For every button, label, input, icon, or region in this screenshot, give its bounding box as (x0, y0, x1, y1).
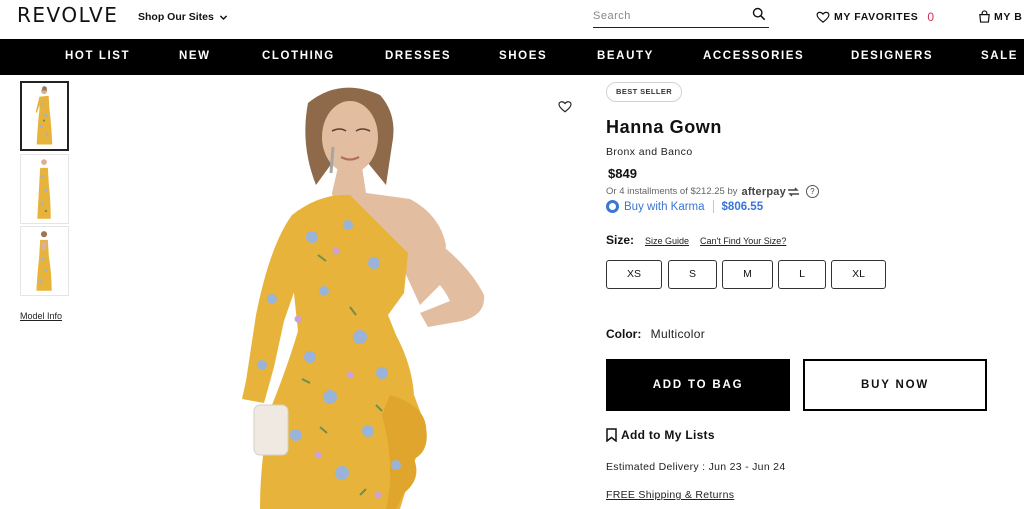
karma-divider (712, 200, 714, 213)
size-guide-link[interactable]: Size Guide (645, 236, 689, 246)
product-thumbnail-2[interactable] (20, 154, 69, 224)
revolve-logo[interactable]: REVOLVE (17, 3, 118, 27)
my-bag-link[interactable]: MY B (978, 10, 1022, 23)
nav-shoes[interactable]: SHOES (499, 50, 547, 62)
nav-beauty[interactable]: BEAUTY (597, 50, 654, 62)
size-option-l[interactable]: L (778, 260, 826, 289)
brand-name-link[interactable]: Bronx and Banco (606, 146, 693, 158)
size-option-xs[interactable]: XS (606, 260, 662, 289)
buy-now-button[interactable]: BUY NOW (803, 359, 987, 411)
size-option-xl[interactable]: XL (831, 260, 886, 289)
afterpay-arrows-icon (787, 187, 799, 196)
main-product-image[interactable] (200, 75, 580, 509)
estimated-delivery: Estimated Delivery : Jun 23 - Jun 24 (606, 461, 786, 473)
bookmark-icon (606, 428, 617, 442)
size-option-m[interactable]: M (722, 260, 773, 289)
shop-our-sites-dropdown[interactable]: Shop Our Sites (138, 11, 228, 23)
dress-back-image (21, 227, 68, 295)
karma-price: $806.55 (721, 200, 764, 213)
nav-designers[interactable]: DESIGNERS (851, 50, 933, 62)
dress-side-image (21, 155, 68, 223)
search-icon[interactable] (752, 7, 766, 21)
karma-icon (606, 200, 619, 213)
best-seller-badge: BEST SELLER (606, 82, 683, 102)
my-favorites-link[interactable]: MY FAVORITES 0 (816, 10, 935, 24)
color-label: Color: (606, 327, 642, 341)
installments-text: Or 4 installments of $212.25 by (606, 186, 738, 197)
add-to-bag-button[interactable]: ADD TO BAG (606, 359, 790, 411)
favorites-count: 0 (927, 10, 935, 24)
nav-dresses[interactable]: DRESSES (385, 50, 451, 62)
color-row: Color: Multicolor (606, 327, 705, 341)
color-value: Multicolor (650, 327, 706, 341)
model-info-link[interactable]: Model Info (20, 311, 62, 321)
afterpay-logo: afterpay (742, 186, 800, 198)
afterpay-installments: Or 4 installments of $212.25 by afterpay… (606, 185, 819, 198)
shop-sites-label: Shop Our Sites (138, 11, 214, 23)
cant-find-size-link[interactable]: Can't Find Your Size? (700, 236, 786, 246)
size-label: Size: (606, 233, 635, 247)
top-header: REVOLVE Shop Our Sites MY FAVORITES 0 MY… (0, 0, 1024, 39)
afterpay-label: afterpay (741, 185, 786, 198)
product-price: $849 (608, 166, 637, 181)
favorites-label: MY FAVORITES (834, 11, 919, 23)
nav-accessories[interactable]: ACCESSORIES (703, 50, 804, 62)
nav-sale[interactable]: SALE (981, 50, 1018, 62)
size-row: Size: Size Guide Can't Find Your Size? (606, 233, 786, 247)
product-thumbnail-3[interactable] (20, 226, 69, 296)
dress-front-image (22, 83, 67, 149)
nav-clothing[interactable]: CLOTHING (262, 50, 335, 62)
chevron-down-icon (219, 14, 228, 20)
bag-icon (979, 10, 990, 23)
model-wearing-gown-image (200, 75, 580, 509)
main-nav: HOT LIST NEW CLOTHING DRESSES SHOES BEAU… (0, 39, 1024, 75)
product-title: Hanna Gown (606, 117, 723, 137)
buy-with-karma-link[interactable]: Buy with Karma $806.55 (606, 200, 763, 213)
afterpay-info-icon[interactable]: ? (805, 185, 819, 198)
nav-hot-list[interactable]: HOT LIST (65, 50, 130, 62)
add-to-lists-label: Add to My Lists (621, 428, 715, 442)
search-box (593, 6, 769, 28)
size-option-s[interactable]: S (668, 260, 717, 289)
heart-icon (816, 11, 830, 23)
bag-label: MY B (994, 10, 1023, 23)
product-thumbnail-1[interactable] (20, 81, 69, 151)
free-shipping-returns-link[interactable]: FREE Shipping & Returns (606, 489, 734, 501)
search-input[interactable] (593, 6, 743, 26)
karma-label: Buy with Karma (624, 200, 705, 213)
wishlist-heart-icon[interactable] (558, 100, 572, 113)
nav-new[interactable]: NEW (179, 50, 211, 62)
add-to-my-lists-link[interactable]: Add to My Lists (606, 428, 715, 442)
